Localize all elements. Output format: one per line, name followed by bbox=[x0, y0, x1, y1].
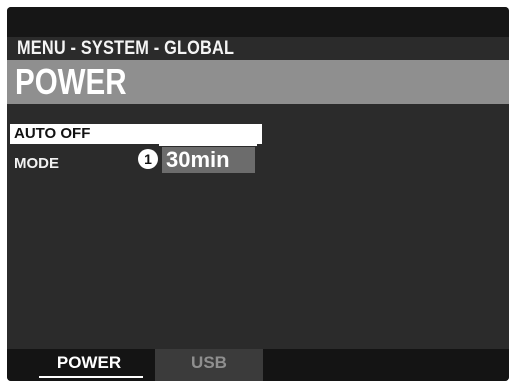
menu-breadcrumb: MENU - SYSTEM - GLOBAL bbox=[17, 38, 235, 59]
mode-value: 30min bbox=[166, 147, 230, 172]
callout-badge: 1 bbox=[138, 149, 158, 169]
mode-value-field[interactable]: 30min bbox=[162, 147, 255, 173]
tab-power-label: POWER bbox=[56, 353, 122, 372]
mode-label: MODE bbox=[14, 155, 59, 172]
auto-off-label: AUTO OFF bbox=[14, 125, 91, 142]
display-screen: MENU - SYSTEM - GLOBAL POWER AUTO OFF MO… bbox=[7, 7, 509, 381]
auto-off-group: AUTO OFF bbox=[10, 124, 262, 144]
page-title: POWER bbox=[15, 61, 127, 102]
title-bar: POWER bbox=[7, 60, 509, 104]
tab-power[interactable]: POWER bbox=[29, 349, 149, 381]
tab-usb[interactable]: USB bbox=[155, 349, 263, 381]
tab-active-underline bbox=[39, 376, 143, 378]
top-strip bbox=[7, 7, 509, 37]
tab-usb-label: USB bbox=[191, 353, 227, 372]
param-divider bbox=[159, 144, 257, 146]
tab-bar: POWER USB bbox=[7, 349, 509, 381]
